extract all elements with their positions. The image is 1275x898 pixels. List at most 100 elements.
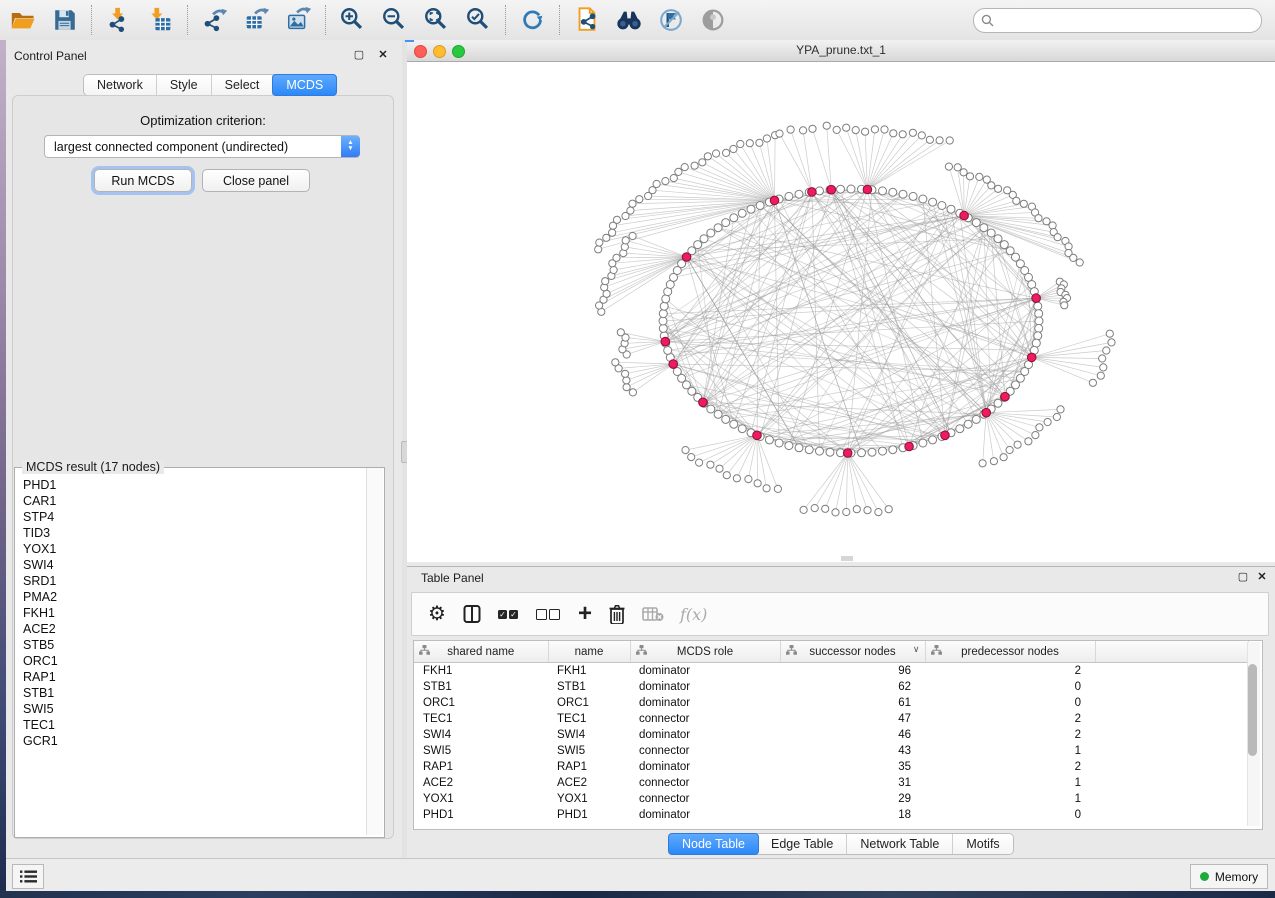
graph-leaf-node[interactable]: [875, 509, 882, 516]
graph-leaf-node[interactable]: [603, 234, 610, 241]
graph-leaf-node[interactable]: [988, 182, 995, 189]
graph-leaf-node[interactable]: [723, 149, 730, 156]
table-cell[interactable]: ORC1: [414, 695, 548, 711]
graph-hub-node[interactable]: [808, 188, 817, 197]
table-cell[interactable]: SWI4: [414, 727, 548, 743]
table-row[interactable]: RAP1RAP1dominator352: [414, 759, 1248, 775]
graph-leaf-node[interactable]: [864, 507, 871, 514]
table-cell[interactable]: STB1: [414, 679, 548, 695]
graph-leaf-node[interactable]: [1097, 372, 1104, 379]
graph-leaf-node[interactable]: [823, 122, 830, 129]
canvas-bottom-handle[interactable]: [841, 556, 853, 561]
graph-hub-node[interactable]: [753, 431, 762, 440]
zoom-out-icon[interactable]: [380, 5, 410, 35]
table-row[interactable]: FKH1FKH1dominator962: [414, 663, 1248, 680]
graph-leaf-node[interactable]: [1053, 413, 1060, 420]
graph-node[interactable]: [756, 202, 764, 210]
table-cell[interactable]: 62: [780, 679, 925, 695]
graph-leaf-node[interactable]: [926, 136, 933, 143]
mcds-result-item[interactable]: ACE2: [15, 621, 355, 637]
mcds-result-item[interactable]: TID3: [15, 525, 355, 541]
graph-leaf-node[interactable]: [682, 447, 689, 454]
graph-leaf-node[interactable]: [1035, 215, 1042, 222]
graph-leaf-node[interactable]: [691, 162, 698, 169]
table-cell[interactable]: connector: [630, 743, 780, 759]
graph-node[interactable]: [747, 205, 755, 213]
graph-leaf-node[interactable]: [852, 127, 859, 134]
mcds-result-item[interactable]: FKH1: [15, 605, 355, 621]
graph-hub-node[interactable]: [941, 431, 950, 440]
table-cell[interactable]: 61: [780, 695, 925, 711]
graph-leaf-node[interactable]: [670, 175, 677, 182]
column-header-MCDS-role[interactable]: MCDS role: [630, 641, 780, 663]
mcds-result-item[interactable]: TEC1: [15, 717, 355, 733]
table-cell[interactable]: 1: [925, 775, 1095, 791]
table-cell[interactable]: dominator: [630, 759, 780, 775]
graph-leaf-node[interactable]: [1099, 355, 1106, 362]
graph-leaf-node[interactable]: [763, 485, 770, 492]
table-cell[interactable]: RAP1: [414, 759, 548, 775]
graph-leaf-node[interactable]: [995, 185, 1002, 192]
table-cell[interactable]: 2: [925, 711, 1095, 727]
table-cell[interactable]: PHD1: [548, 807, 630, 823]
graph-leaf-node[interactable]: [622, 370, 629, 377]
graph-leaf-node[interactable]: [1049, 222, 1056, 229]
graph-leaf-node[interactable]: [653, 180, 660, 187]
graph-node[interactable]: [929, 436, 937, 444]
graph-leaf-node[interactable]: [704, 153, 711, 160]
graph-node[interactable]: [899, 190, 907, 198]
graph-node[interactable]: [707, 405, 715, 413]
graph-leaf-node[interactable]: [733, 475, 740, 482]
graph-leaf-node[interactable]: [612, 359, 619, 366]
add-column-icon[interactable]: +: [578, 604, 592, 624]
graph-node[interactable]: [722, 219, 730, 227]
graph-node[interactable]: [730, 420, 738, 428]
export-image-icon[interactable]: [284, 5, 314, 35]
graph-node[interactable]: [919, 195, 927, 203]
table-row[interactable]: STB1STB1dominator620: [414, 679, 1248, 695]
graph-node[interactable]: [785, 192, 793, 200]
graph-hub-node[interactable]: [905, 442, 914, 451]
table-cell[interactable]: SWI5: [548, 743, 630, 759]
graph-leaf-node[interactable]: [623, 384, 630, 391]
graph-leaf-node[interactable]: [613, 254, 620, 261]
unselect-all-columns-icon[interactable]: [536, 609, 562, 620]
graph-leaf-node[interactable]: [1106, 330, 1113, 337]
graph-node[interactable]: [987, 229, 995, 237]
graph-node[interactable]: [826, 448, 834, 456]
graph-leaf-node[interactable]: [960, 169, 967, 176]
column-header-predecessor-nodes[interactable]: predecessor nodes: [925, 641, 1095, 663]
graph-leaf-node[interactable]: [966, 173, 973, 180]
tab-style[interactable]: Style: [157, 75, 212, 95]
graph-leaf-node[interactable]: [890, 130, 897, 137]
graph-leaf-node[interactable]: [723, 472, 730, 479]
graph-leaf-node[interactable]: [822, 505, 829, 512]
graph-leaf-node[interactable]: [763, 135, 770, 142]
table-cell[interactable]: 2: [925, 663, 1095, 680]
graph-leaf-node[interactable]: [1044, 418, 1051, 425]
graph-hub-node[interactable]: [1027, 353, 1036, 362]
graph-leaf-node[interactable]: [602, 278, 609, 285]
graph-node[interactable]: [660, 302, 668, 310]
graph-leaf-node[interactable]: [1054, 234, 1061, 241]
table-cell[interactable]: 29: [780, 791, 925, 807]
graph-leaf-node[interactable]: [627, 207, 634, 214]
graph-leaf-node[interactable]: [918, 132, 925, 139]
table-row[interactable]: PHD1PHD1dominator180: [414, 807, 1248, 823]
table-cell[interactable]: STB1: [548, 679, 630, 695]
mcds-result-item[interactable]: SWI5: [15, 701, 355, 717]
table-cell[interactable]: 0: [925, 695, 1095, 711]
run-mcds-button[interactable]: Run MCDS: [94, 169, 192, 192]
graph-leaf-node[interactable]: [885, 506, 892, 513]
memory-button[interactable]: Memory: [1190, 864, 1268, 889]
graph-hub-node[interactable]: [843, 449, 852, 458]
graph-node[interactable]: [868, 448, 876, 456]
graph-leaf-node[interactable]: [976, 173, 983, 180]
graph-node[interactable]: [980, 224, 988, 232]
graph-leaf-node[interactable]: [843, 124, 850, 131]
task-history-button[interactable]: [12, 864, 44, 889]
graph-leaf-node[interactable]: [1103, 347, 1110, 354]
table-cell[interactable]: 47: [780, 711, 925, 727]
column-header-name[interactable]: name: [548, 641, 630, 663]
graph-leaf-node[interactable]: [774, 485, 781, 492]
